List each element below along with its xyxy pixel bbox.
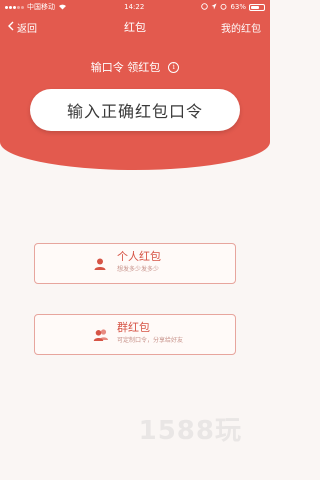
group-title: 群红包 xyxy=(117,321,150,334)
enter-code-button[interactable]: 输入正确红包口令 xyxy=(30,89,240,131)
location-icon xyxy=(211,3,217,12)
nav-bar: 返回 红包 我的红包 xyxy=(0,16,270,38)
alarm-icon xyxy=(220,3,227,12)
personal-red-packet-button[interactable]: 个人红包 想发多少发多少 xyxy=(34,243,236,284)
my-red-packets-button[interactable]: 我的红包 xyxy=(221,16,261,38)
group-icon xyxy=(93,327,108,341)
chevron-left-icon xyxy=(8,21,14,34)
battery-icon xyxy=(249,3,265,11)
back-button[interactable]: 返回 xyxy=(8,16,37,38)
status-bar: 中国移动 14:22 63% xyxy=(0,0,270,14)
wifi-icon xyxy=(58,3,67,12)
status-time: 14:22 xyxy=(124,3,145,11)
personal-title: 个人红包 xyxy=(117,250,161,263)
carrier-label: 中国移动 xyxy=(27,3,55,11)
page-title: 红包 xyxy=(124,21,146,34)
group-red-packet-button[interactable]: 群红包 可定制口令，分享给好友 xyxy=(34,314,236,355)
watermark-logo: 1588玩 xyxy=(138,416,242,446)
person-icon xyxy=(93,256,107,270)
back-label: 返回 xyxy=(17,23,37,35)
header-banner: 中国移动 14:22 63% 返回 红包 我的红包 输口令 领红包 i 输入正确… xyxy=(0,0,270,170)
header-subtitle: 输口令 领红包 xyxy=(90,61,161,74)
info-icon[interactable]: i xyxy=(168,61,180,73)
lock-rotation-icon xyxy=(201,2,209,12)
group-subtitle: 可定制口令，分享给好友 xyxy=(117,337,184,344)
header-subtitle-row: 输口令 领红包 i xyxy=(0,58,270,76)
signal-icon xyxy=(5,5,24,9)
personal-subtitle: 想发多少发多少 xyxy=(117,266,160,273)
battery-percent: 63% xyxy=(230,3,246,11)
